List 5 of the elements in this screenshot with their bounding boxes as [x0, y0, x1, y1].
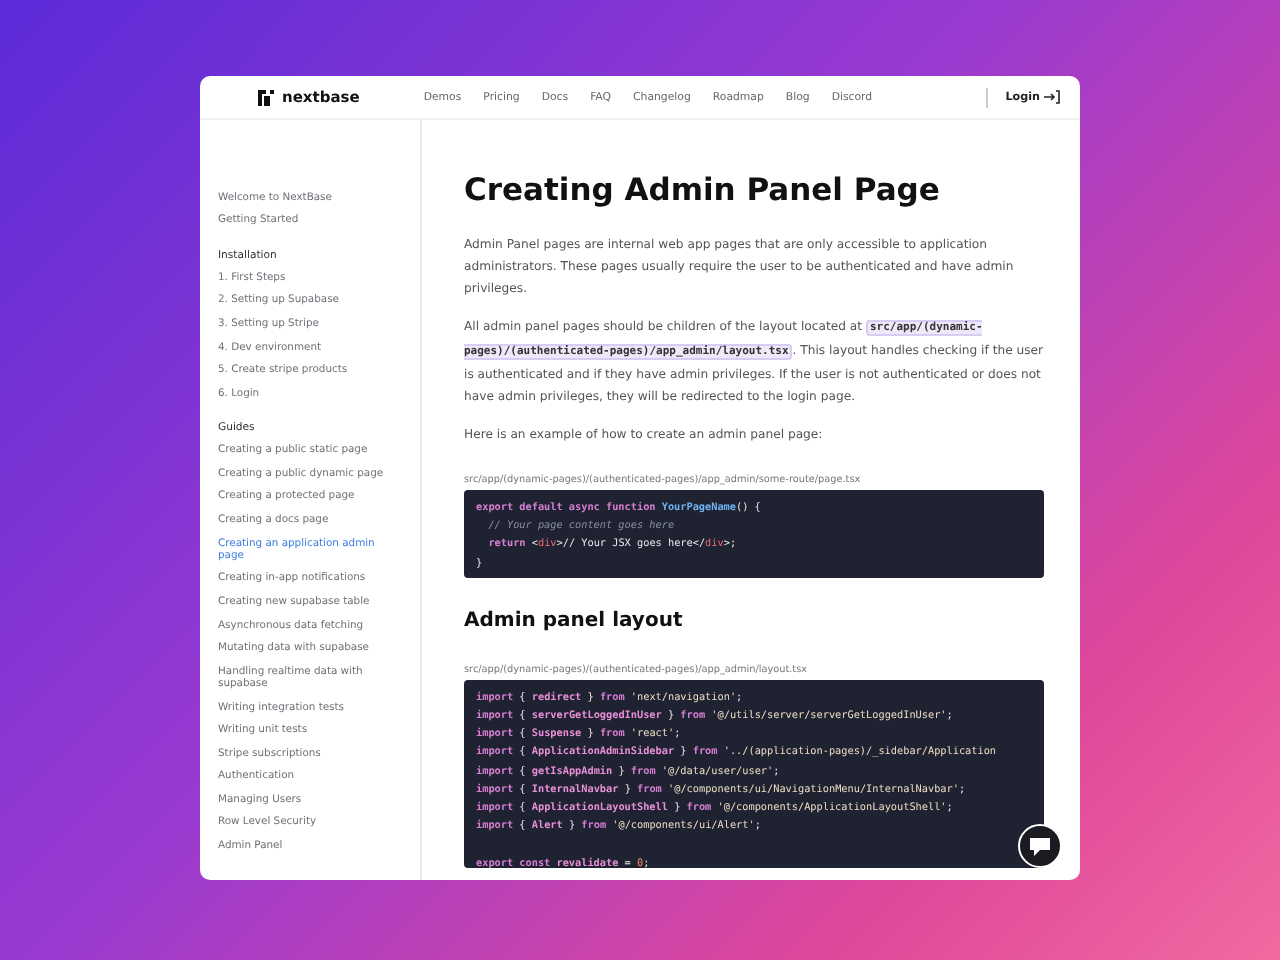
section-heading: Admin panel layout	[464, 609, 685, 632]
page-title: Creating Admin Panel Page	[464, 172, 942, 208]
login-icon	[1044, 90, 1060, 104]
logo-icon	[258, 89, 274, 105]
chat-icon	[1030, 837, 1050, 855]
